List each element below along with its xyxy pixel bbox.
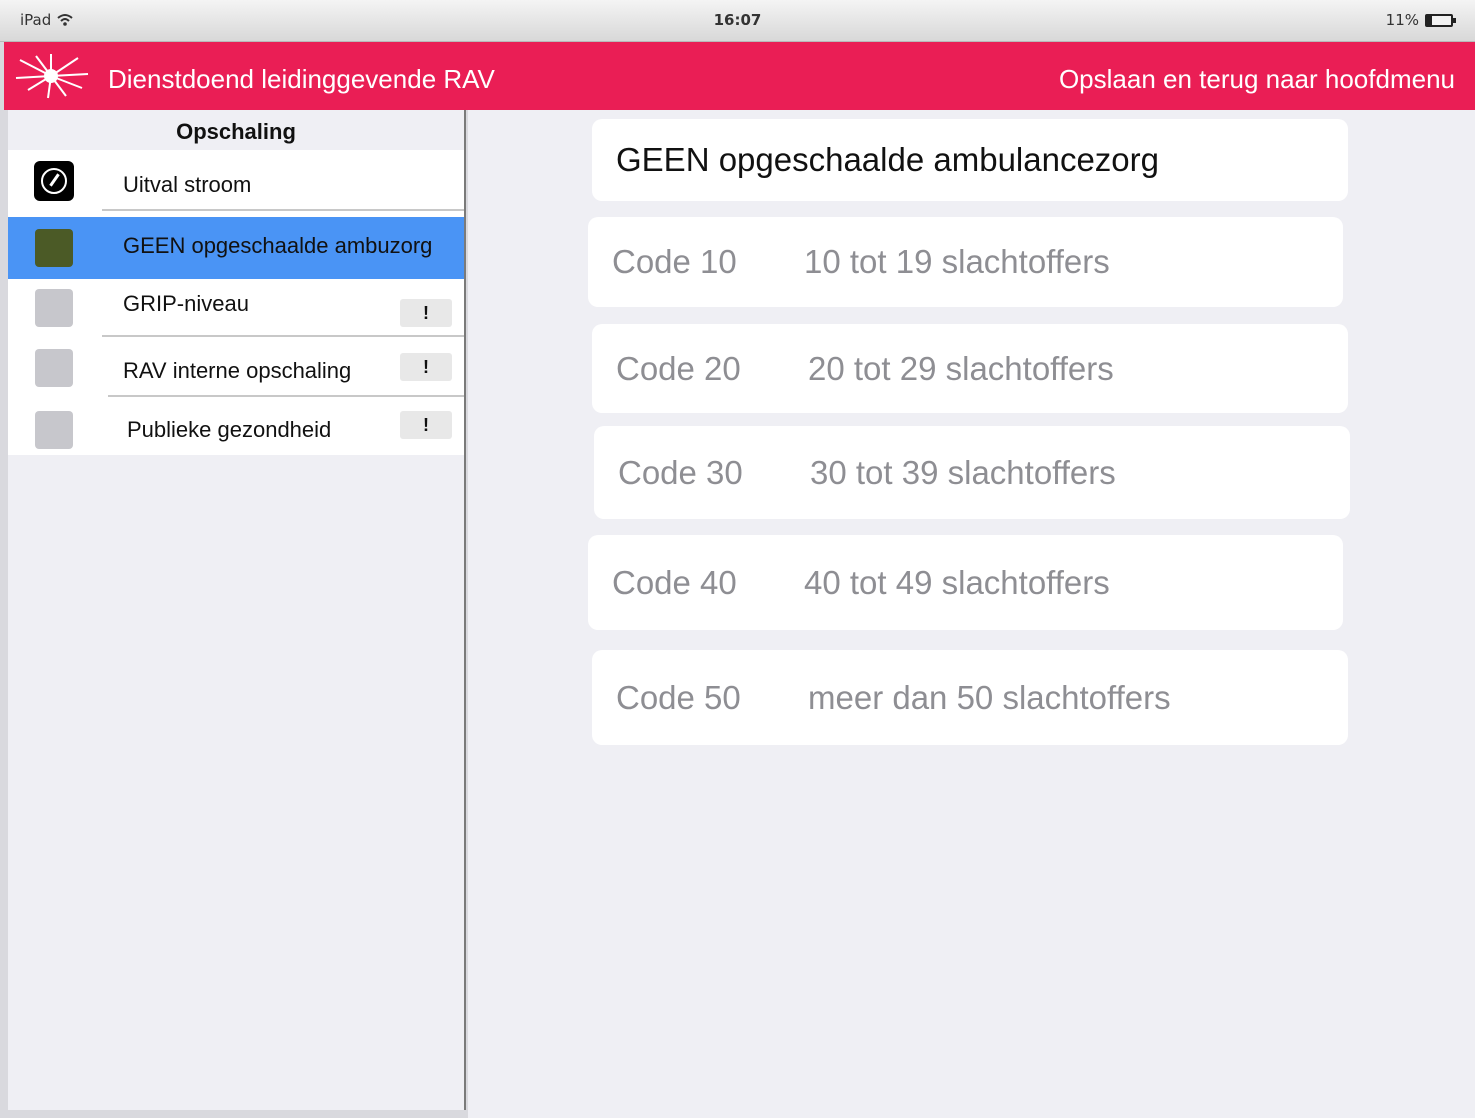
warning-badge[interactable]: ! <box>400 411 452 439</box>
sidebar-item-label: RAV interne opschaling <box>123 358 352 383</box>
sidebar-item-geen-opgeschaalde[interactable]: GEEN opgeschaalde ambuzorg <box>8 217 464 279</box>
option-code: Code 40 <box>612 563 737 601</box>
selected-option-title: GEEN opgeschaalde ambulancezorg <box>592 119 1348 201</box>
option-code: Code 30 <box>618 453 743 491</box>
option-description: meer dan 50 slachtoffers <box>808 678 1171 716</box>
sidebar-item-label: Uitval stroom <box>123 172 252 197</box>
page-title: GEEN opgeschaalde ambulancezorg <box>616 141 1160 178</box>
sidebar-item-grip-niveau[interactable]: GRIP-niveau ! <box>8 277 464 337</box>
sidebar-item-label: GRIP-niveau <box>123 291 249 316</box>
option-code-10[interactable]: Code 10 10 tot 19 slachtoffers <box>588 217 1343 307</box>
option-code: Code 20 <box>616 349 741 387</box>
status-time: 16:07 <box>713 11 762 29</box>
sidebar-item-uitval-stroom[interactable]: Uitval stroom <box>8 150 464 211</box>
battery-percent: 11% <box>1385 11 1419 29</box>
option-code: Code 10 <box>612 243 737 280</box>
status-square-icon <box>35 289 73 327</box>
sidebar-heading: Opschaling <box>176 119 296 144</box>
app-title: Dienstdoend leidinggevende RAV <box>108 64 495 94</box>
compass-icon <box>34 161 74 201</box>
app-header: Dienstdoend leidinggevende RAV Opslaan e… <box>4 42 1475 110</box>
option-code-40[interactable]: Code 40 40 tot 49 slachtoffers <box>588 535 1343 630</box>
option-description: 10 tot 19 slachtoffers <box>804 243 1110 280</box>
option-description: 30 tot 39 slachtoffers <box>810 453 1116 491</box>
sidebar-item-label: GEEN opgeschaalde ambuzorg <box>123 233 433 258</box>
sidebar-item-publieke-gezondheid[interactable]: Publieke gezondheid ! <box>8 397 464 459</box>
logo-icon <box>8 50 94 102</box>
option-code-30[interactable]: Code 30 30 tot 39 slachtoffers <box>594 426 1350 519</box>
battery-icon <box>1425 13 1456 27</box>
divider <box>102 209 464 211</box>
sidebar-list: Uitval stroom GEEN opgeschaalde ambuzorg… <box>8 150 464 455</box>
sidebar-item-rav-interne-opschaling[interactable]: RAV interne opschaling ! <box>8 337 464 397</box>
option-code: Code 50 <box>616 678 741 716</box>
save-and-back-button[interactable]: Opslaan en terug naar hoofdmenu <box>1059 64 1455 95</box>
status-square-icon <box>35 229 73 267</box>
status-square-icon <box>35 411 73 449</box>
sidebar-item-label: Publieke gezondheid <box>127 417 332 442</box>
status-right: 11% <box>1385 11 1456 29</box>
status-bar: iPad 16:07 11% <box>0 0 1475 42</box>
option-description: 40 tot 49 slachtoffers <box>804 563 1110 601</box>
status-square-icon <box>35 349 73 387</box>
option-code-20[interactable]: Code 20 20 tot 29 slachtoffers <box>592 324 1348 413</box>
warning-badge[interactable]: ! <box>400 299 452 327</box>
sidebar: Opschaling Uitval stroom GEEN opgeschaal… <box>8 110 466 1110</box>
warning-badge[interactable]: ! <box>400 353 452 381</box>
option-description: 20 tot 29 slachtoffers <box>808 349 1114 387</box>
option-code-50[interactable]: Code 50 meer dan 50 slachtoffers <box>592 650 1348 745</box>
main-panel: GEEN opgeschaalde ambulancezorg Code 10 … <box>468 110 1475 1118</box>
